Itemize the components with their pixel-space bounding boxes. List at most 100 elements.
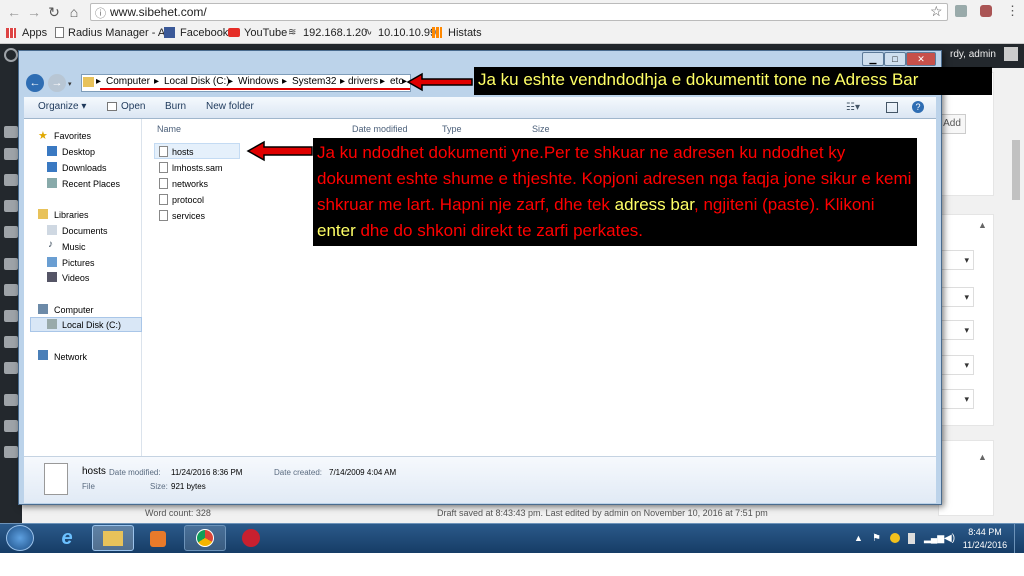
- downloads-icon: [47, 162, 57, 172]
- nav-pictures[interactable]: Pictures: [62, 257, 95, 269]
- add-button[interactable]: Add: [938, 114, 966, 134]
- bookmark-histats[interactable]: Histats: [448, 24, 482, 42]
- nav-libraries[interactable]: Libraries: [54, 209, 89, 221]
- url-bar[interactable]: [90, 3, 948, 21]
- clock-date[interactable]: 11/24/2016: [962, 540, 1008, 550]
- burn-button[interactable]: Burn: [165, 101, 186, 112]
- column-size[interactable]: Size: [532, 124, 550, 134]
- nav-videos[interactable]: Videos: [62, 272, 89, 284]
- menu-icon[interactable]: [4, 258, 18, 270]
- organize-button[interactable]: Organize ▾: [38, 101, 86, 112]
- collapse-arrow-icon[interactable]: ▲: [978, 220, 987, 230]
- column-name[interactable]: Name: [157, 124, 181, 134]
- folder-icon: [103, 531, 123, 546]
- menu-icon[interactable]: [4, 284, 18, 296]
- show-desktop-button[interactable]: [1014, 524, 1024, 553]
- menu-icon[interactable]: [4, 226, 18, 238]
- forward-icon[interactable]: →: [48, 74, 66, 92]
- menu-icon[interactable]: ⋮: [1006, 3, 1019, 19]
- tray-arrow-icon[interactable]: ▲: [854, 533, 863, 543]
- command-bar: [24, 97, 936, 119]
- file-services[interactable]: services: [172, 211, 205, 221]
- menu-icon[interactable]: [4, 394, 18, 406]
- bookmark-facebook[interactable]: Facebook: [180, 24, 228, 42]
- bookmark-youtube[interactable]: YouTube: [244, 24, 287, 42]
- new-folder-button[interactable]: New folder: [206, 101, 254, 112]
- crumb-windows[interactable]: Windows: [238, 76, 279, 87]
- bookmark-apps[interactable]: Apps: [22, 24, 47, 42]
- crumb-computer[interactable]: Computer: [106, 76, 150, 87]
- menu-icon[interactable]: [4, 362, 18, 374]
- avatar[interactable]: [1004, 47, 1018, 61]
- file-icon: [44, 463, 68, 495]
- extension-icon[interactable]: [955, 5, 967, 17]
- file-networks[interactable]: networks: [172, 179, 208, 189]
- volume-icon[interactable]: ◀): [944, 533, 955, 544]
- maximize-button[interactable]: □: [884, 52, 906, 66]
- crumb-local-disk[interactable]: Local Disk (C:): [164, 76, 230, 87]
- url-text[interactable]: www.sibehet.com/: [110, 5, 207, 19]
- nav-documents[interactable]: Documents: [62, 225, 108, 237]
- back-icon[interactable]: ←: [6, 4, 22, 20]
- file-protocol[interactable]: protocol: [172, 195, 204, 205]
- crumb-separator: ▸: [228, 76, 234, 87]
- bookmark-192[interactable]: 192.168.1.20: [303, 24, 367, 42]
- menu-icon[interactable]: [4, 126, 18, 138]
- menu-icon[interactable]: [4, 446, 18, 458]
- forward-icon[interactable]: →: [26, 4, 42, 20]
- menu-icon[interactable]: [4, 336, 18, 348]
- menu-icon[interactable]: [4, 200, 18, 212]
- wp-user-name[interactable]: rdy, admin: [950, 49, 996, 60]
- file-lmhosts[interactable]: lmhosts.sam: [172, 163, 223, 173]
- nav-network[interactable]: Network: [54, 351, 87, 363]
- bookmark-10[interactable]: 10.10.10.99: [378, 24, 436, 42]
- scrollbar[interactable]: [1012, 140, 1020, 200]
- ie-icon[interactable]: e: [46, 525, 88, 551]
- crumb-separator: ▸: [340, 76, 346, 87]
- column-type[interactable]: Type: [442, 124, 462, 134]
- reload-icon[interactable]: ↻: [46, 4, 62, 20]
- nav-local-disk[interactable]: Local Disk (C:): [62, 319, 121, 331]
- crumb-separator: ▸: [154, 76, 160, 87]
- nav-downloads[interactable]: Downloads: [62, 162, 107, 174]
- menu-icon[interactable]: [4, 148, 18, 160]
- back-icon[interactable]: ←: [26, 74, 44, 92]
- details-date-value: 11/24/2016 8:36 PM: [171, 468, 243, 477]
- details-created-label: Date created:: [274, 468, 323, 477]
- nav-recent-places[interactable]: Recent Places: [62, 178, 120, 190]
- help-icon[interactable]: ?: [912, 101, 924, 113]
- open-button[interactable]: Open: [121, 101, 145, 112]
- recent-pages-icon[interactable]: ▾: [68, 80, 72, 88]
- nav-desktop[interactable]: Desktop: [62, 146, 95, 158]
- menu-icon[interactable]: [4, 174, 18, 186]
- crumb-drivers[interactable]: drivers: [348, 76, 378, 87]
- collapse-arrow-icon[interactable]: ▲: [978, 452, 987, 462]
- wordpress-logo-icon[interactable]: [4, 48, 18, 62]
- flag-icon[interactable]: ⚑: [872, 533, 881, 544]
- minimize-button[interactable]: ▁: [862, 52, 884, 66]
- network-signal-icon[interactable]: ▂▄▆: [924, 533, 944, 544]
- view-icon[interactable]: ☷▾: [846, 102, 860, 113]
- start-button[interactable]: [6, 525, 34, 551]
- close-button[interactable]: ✕: [906, 52, 936, 66]
- address-underline: [100, 88, 410, 90]
- crumb-separator: ▸: [96, 76, 102, 87]
- preview-pane-icon[interactable]: [886, 102, 898, 113]
- libraries-icon: [38, 209, 48, 219]
- battery-icon[interactable]: [908, 533, 915, 544]
- clock-time[interactable]: 8:44 PM: [962, 527, 1008, 537]
- nav-computer[interactable]: Computer: [54, 304, 94, 316]
- draft-status: Draft saved at 8:43:43 pm. Last edited b…: [437, 508, 768, 518]
- menu-icon[interactable]: [4, 310, 18, 322]
- nav-favorites[interactable]: Favorites: [54, 130, 91, 142]
- home-icon[interactable]: ⌂: [66, 4, 82, 20]
- menu-icon[interactable]: [4, 420, 18, 432]
- file-hosts[interactable]: hosts: [172, 147, 194, 157]
- extension-icon[interactable]: [980, 5, 992, 17]
- column-date[interactable]: Date modified: [352, 124, 408, 134]
- tray-icon[interactable]: [890, 533, 900, 543]
- nav-music[interactable]: Music: [62, 241, 86, 253]
- star-icon[interactable]: ☆: [930, 3, 943, 20]
- bookmark-radius[interactable]: Radius Manager - Adi: [68, 24, 174, 42]
- crumb-system32[interactable]: System32: [292, 76, 336, 87]
